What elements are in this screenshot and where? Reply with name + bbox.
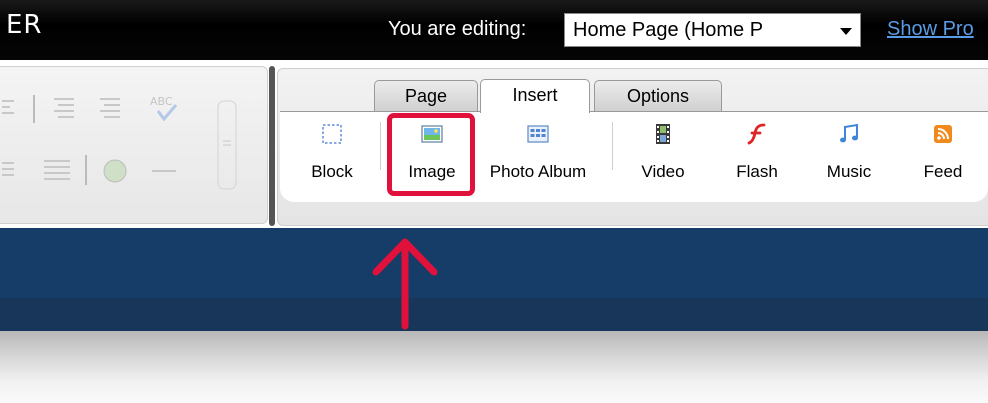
annotation-highlight-box [387, 113, 475, 196]
logo: ER [6, 10, 43, 40]
content-gray-band [0, 331, 988, 403]
tab-insert[interactable]: Insert [480, 79, 590, 113]
panel-divider[interactable] [269, 66, 275, 226]
content-header-stripe [0, 298, 988, 331]
tab-options[interactable]: Options [594, 80, 722, 112]
svg-text:ABC: ABC [150, 95, 173, 108]
flash-label: Flash [736, 162, 778, 181]
photo-album-label: Photo Album [489, 162, 587, 181]
block-label: Block [311, 162, 353, 181]
video-icon [656, 124, 670, 144]
music-button[interactable]: Music [814, 112, 884, 198]
feed-label: Feed [923, 162, 963, 181]
separator [612, 122, 613, 170]
music-note-icon [840, 123, 858, 143]
block-icon [322, 124, 342, 144]
formatting-icons: ABC [2, 95, 237, 190]
editing-label: You are editing: [388, 18, 527, 40]
block-button[interactable]: Block [296, 112, 368, 198]
feed-button[interactable]: Feed [908, 112, 978, 198]
tab-page[interactable]: Page [374, 80, 478, 112]
formatting-toolbar: ABC [0, 66, 268, 224]
page-select[interactable]: Home Page (Home P [564, 13, 861, 47]
top-bar: ER You are editing: Home Page (Home P Sh… [0, 0, 988, 60]
video-label: Video [641, 162, 685, 181]
page-select-value: Home Page (Home P [573, 19, 764, 41]
chevron-down-icon[interactable] [840, 28, 852, 35]
video-button[interactable]: Video [628, 112, 698, 198]
screenshot-frame: ER You are editing: Home Page (Home P Sh… [0, 0, 988, 403]
flash-icon [747, 123, 766, 145]
photo-album-icon [527, 125, 549, 143]
rss-feed-icon [934, 125, 952, 143]
flash-button[interactable]: Flash [722, 112, 792, 198]
music-label: Music [826, 162, 872, 181]
separator [380, 122, 381, 170]
show-properties-link[interactable]: Show Pro [887, 18, 974, 41]
photo-album-button[interactable]: Photo Album [482, 112, 594, 198]
annotation-arrow-up-icon [372, 238, 438, 330]
